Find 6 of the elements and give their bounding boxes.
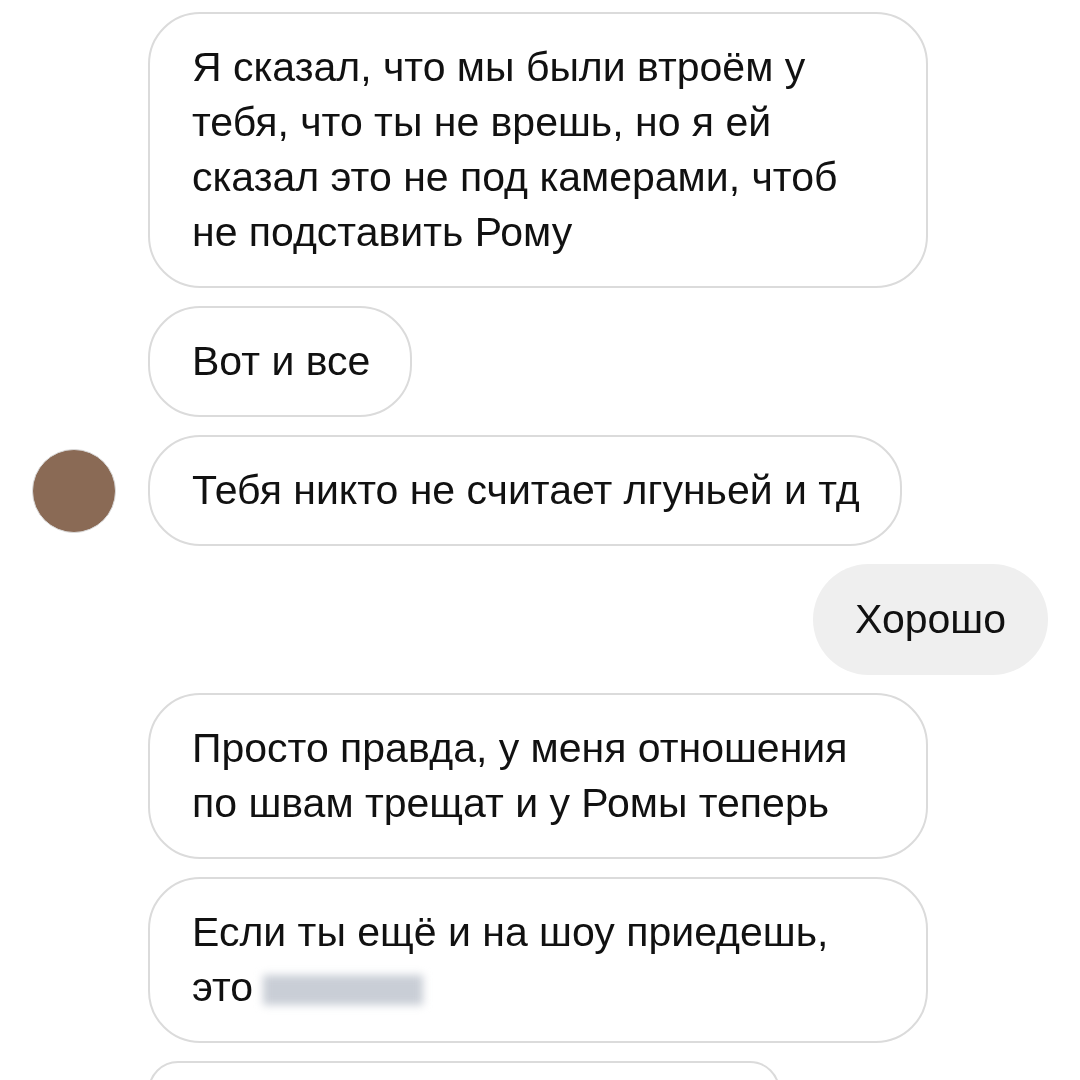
message-bubble: Вот и все [148, 306, 413, 417]
message-bubble: Я сказал, что мы были втроём у тебя, что ты не врешь, но я ей сказал это не под камерами, чтоб не подставить Рому [148, 12, 928, 288]
message-bubble: Если ты ещё и на шоу приедешь, это [148, 877, 928, 1043]
message-bubble: Просто правда, у меня отношения по швам трещат и у Ромы теперь [148, 693, 928, 859]
message-bubble: Хорошо [813, 564, 1048, 675]
message-bubble: Тебя никто не считает лгуньей и тд [148, 435, 902, 546]
